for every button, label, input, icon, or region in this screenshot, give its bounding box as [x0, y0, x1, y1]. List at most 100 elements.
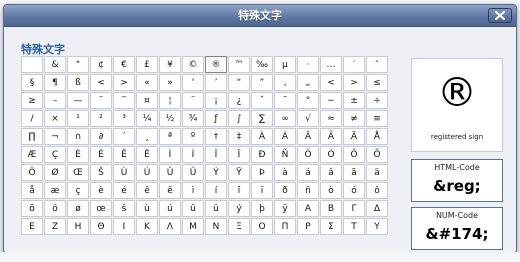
character-cell[interactable]: ú	[159, 200, 181, 217]
character-cell[interactable]: ²	[90, 110, 112, 127]
character-cell[interactable]: Ó	[320, 146, 342, 163]
character-cell[interactable]: ×	[44, 110, 66, 127]
character-cell[interactable]: ©	[182, 56, 204, 73]
character-cell[interactable]: ‾	[113, 92, 135, 109]
character-cell[interactable]: ¤	[136, 92, 158, 109]
character-cell[interactable]: <	[320, 74, 342, 91]
character-cell[interactable]: Æ	[21, 146, 43, 163]
character-cell[interactable]: ±	[343, 92, 365, 109]
character-cell[interactable]: Ò	[297, 146, 319, 163]
character-cell[interactable]: ø	[67, 200, 89, 217]
character-cell[interactable]: á	[297, 164, 319, 181]
character-cell[interactable]: ¡	[205, 92, 227, 109]
character-cell[interactable]: ½	[159, 110, 181, 127]
character-cell[interactable]: „	[297, 74, 319, 91]
character-cell[interactable]: ≥	[21, 92, 43, 109]
character-cell[interactable]: ∞	[274, 110, 296, 127]
character-cell[interactable]: ¼	[136, 110, 158, 127]
character-cell[interactable]: º	[182, 128, 204, 145]
character-cell[interactable]: Ν	[205, 218, 227, 235]
character-cell[interactable]: ë	[159, 182, 181, 199]
character-cell[interactable]: ï	[251, 182, 273, 199]
character-cell[interactable]: ¾	[182, 110, 204, 127]
character-cell[interactable]: Ñ	[274, 146, 296, 163]
character-cell[interactable]: ”	[251, 74, 273, 91]
character-cell[interactable]: Œ	[67, 164, 89, 181]
character-cell[interactable]: æ	[44, 182, 66, 199]
character-cell[interactable]: É	[90, 146, 112, 163]
character-cell[interactable]: Λ	[159, 218, 181, 235]
character-cell[interactable]: Å	[366, 128, 388, 145]
character-cell[interactable]: ¥	[159, 56, 181, 73]
character-cell[interactable]: ∩	[67, 128, 89, 145]
character-cell[interactable]: ô	[366, 182, 388, 199]
character-cell[interactable]: ¶	[44, 74, 66, 91]
character-cell[interactable]: €	[113, 56, 135, 73]
character-cell[interactable]: ∏	[21, 128, 43, 145]
character-cell[interactable]: þ	[251, 200, 273, 217]
character-cell[interactable]: «	[136, 74, 158, 91]
character-cell[interactable]: >	[113, 74, 135, 91]
character-cell[interactable]: µ	[274, 56, 296, 73]
character-cell[interactable]: ¨	[182, 92, 204, 109]
character-cell[interactable]: Μ	[182, 218, 204, 235]
character-cell[interactable]: ¸	[136, 128, 158, 145]
character-cell[interactable]: >	[343, 74, 365, 91]
character-cell[interactable]: Ζ	[44, 218, 66, 235]
character-cell[interactable]: Þ	[251, 164, 273, 181]
character-cell[interactable]: ™	[228, 56, 250, 73]
character-cell[interactable]: õ	[21, 200, 43, 217]
character-cell[interactable]: Ã	[320, 128, 342, 145]
character-cell[interactable]: ∫	[228, 110, 250, 127]
character-cell[interactable]: »	[159, 74, 181, 91]
character-cell[interactable]: —	[67, 92, 89, 109]
character-cell[interactable]: œ	[90, 200, 112, 217]
character-cell[interactable]: ê	[136, 182, 158, 199]
character-cell[interactable]: ¿	[228, 92, 250, 109]
character-cell[interactable]: Ε	[21, 218, 43, 235]
character-cell[interactable]: ∑	[251, 110, 273, 127]
character-cell[interactable]: Ý	[205, 164, 227, 181]
character-cell[interactable]: ª	[159, 128, 181, 145]
character-cell[interactable]: Ð	[251, 146, 273, 163]
character-cell[interactable]: Α	[297, 200, 319, 217]
character-cell[interactable]: Ÿ	[228, 164, 250, 181]
character-cell[interactable]: ÿ	[274, 200, 296, 217]
character-cell[interactable]: ˜	[274, 92, 296, 109]
character-cell[interactable]: ù	[136, 200, 158, 217]
character-cell[interactable]: ð	[274, 182, 296, 199]
character-cell[interactable]: /	[21, 110, 43, 127]
character-cell[interactable]: ·	[297, 56, 319, 73]
character-cell[interactable]: ö	[44, 200, 66, 217]
character-cell[interactable]: ç	[67, 182, 89, 199]
character-cell[interactable]: Ï	[228, 146, 250, 163]
character-cell[interactable]: ≤	[366, 74, 388, 91]
character-cell[interactable]: ¯	[90, 92, 112, 109]
character-cell[interactable]: í	[205, 182, 227, 199]
character-cell[interactable]: Ù	[113, 164, 135, 181]
character-cell[interactable]: †	[205, 128, 227, 145]
character-cell[interactable]: ¢	[90, 56, 112, 73]
character-cell[interactable]: Θ	[90, 218, 112, 235]
character-cell[interactable]: ‘	[182, 74, 204, 91]
character-cell[interactable]: Σ	[320, 218, 342, 235]
character-cell[interactable]: Γ	[343, 200, 365, 217]
character-cell[interactable]	[21, 56, 43, 73]
character-cell[interactable]: ƒ	[205, 110, 227, 127]
character-cell[interactable]: ñ	[297, 182, 319, 199]
character-cell[interactable]: Ξ	[228, 218, 250, 235]
character-cell[interactable]: î	[228, 182, 250, 199]
character-cell[interactable]: å	[21, 182, 43, 199]
character-cell[interactable]: Ö	[21, 164, 43, 181]
character-cell[interactable]: Õ	[366, 146, 388, 163]
character-cell[interactable]: Ç	[44, 146, 66, 163]
character-cell[interactable]: −	[320, 92, 342, 109]
character-cell[interactable]: Î	[205, 146, 227, 163]
character-cell[interactable]: š	[113, 200, 135, 217]
character-cell[interactable]: Ρ	[297, 218, 319, 235]
character-cell[interactable]: ¹	[67, 110, 89, 127]
character-cell[interactable]: ″	[366, 56, 388, 73]
character-cell[interactable]: ˆ	[251, 92, 273, 109]
character-cell[interactable]: √	[297, 110, 319, 127]
character-cell[interactable]: ý	[228, 200, 250, 217]
